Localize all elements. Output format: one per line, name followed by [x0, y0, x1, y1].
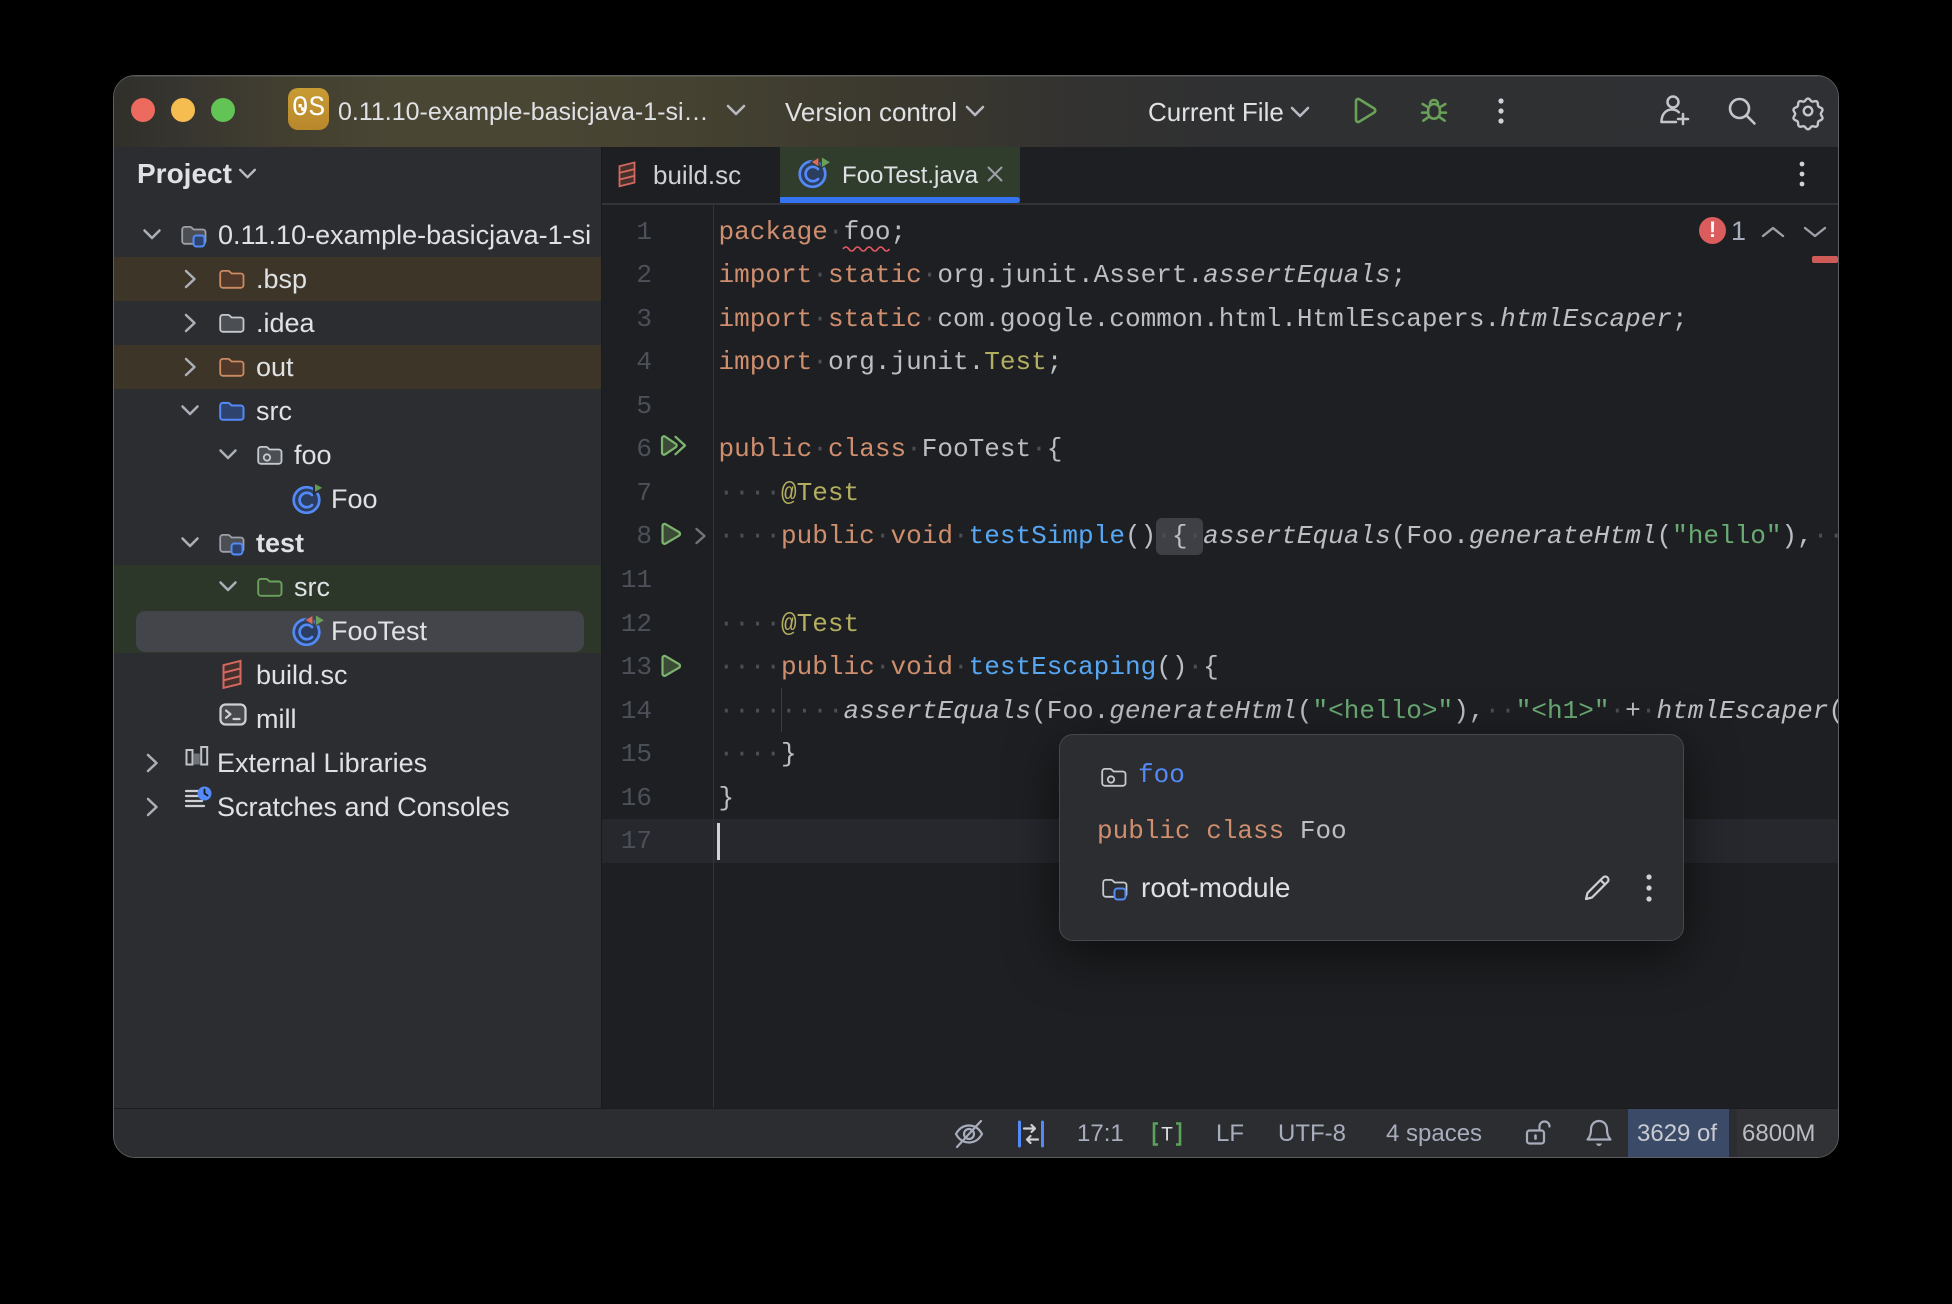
svg-text:T: T [1161, 1125, 1173, 1146]
